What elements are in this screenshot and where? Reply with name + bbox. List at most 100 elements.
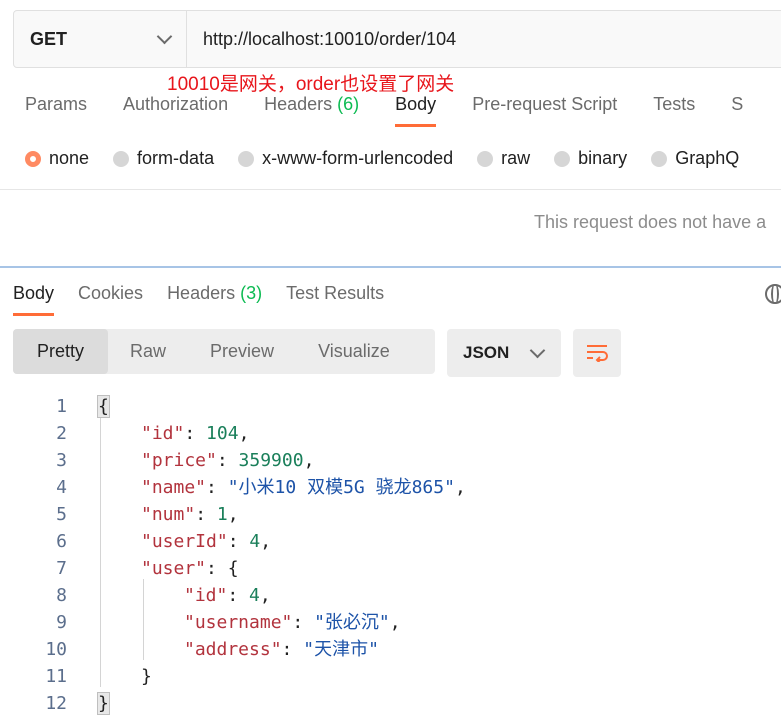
tab-pre-request-script[interactable]: Pre-request Script [472, 94, 617, 127]
code-token: : [281, 639, 304, 660]
line-number: 9 [56, 612, 67, 633]
code-token: 359900 [238, 450, 304, 471]
line-number: 4 [56, 477, 67, 498]
code-line: 8 "id": 4, [0, 582, 781, 609]
radio-form-data[interactable]: form-data [113, 148, 214, 169]
radio-unchecked-icon [554, 150, 571, 167]
code-line: 3 "price": 359900, [0, 447, 781, 474]
code-token: : [227, 585, 250, 606]
radio-label: form-data [137, 148, 215, 168]
code-token: , [238, 423, 250, 444]
tab-tests[interactable]: Tests [653, 94, 695, 127]
tab-cookies[interactable]: Cookies [78, 283, 143, 316]
view-preview-button[interactable]: Preview [188, 329, 296, 374]
code-line: 2 "id": 104, [0, 420, 781, 447]
radio-binary[interactable]: binary [554, 148, 627, 169]
body-type-options: none form-data x-www-form-urlencoded raw… [25, 148, 763, 169]
radio-label: x-www-form-urlencoded [262, 148, 454, 168]
code-text: "id": 104, [141, 420, 249, 447]
code-token: : [216, 450, 239, 471]
code-text: "id": 4, [184, 582, 271, 609]
code-text: "address": "天津市" [184, 636, 379, 663]
code-token: 104 [206, 423, 239, 444]
line-number: 12 [45, 693, 67, 714]
radio-graphql[interactable]: GraphQ [651, 148, 739, 169]
code-line: 6 "userId": 4, [0, 528, 781, 555]
code-token: 4 [249, 585, 260, 606]
tab-headers[interactable]: Headers (6) [264, 94, 359, 127]
method-select[interactable]: GET [14, 11, 187, 67]
code-token: "id" [184, 585, 228, 606]
tab-label: Pre-request Script [472, 94, 618, 114]
code-token: } [97, 692, 110, 715]
code-token: "price" [141, 450, 217, 471]
code-token: , [454, 477, 466, 498]
code-line: 5 "num": 1, [0, 501, 781, 528]
line-number: 11 [45, 666, 67, 687]
code-token: : { [206, 558, 239, 579]
code-token: "name" [141, 477, 207, 498]
tab-label: Test Results [286, 283, 385, 303]
code-token: : [184, 423, 207, 444]
code-token: : [206, 477, 228, 498]
code-token: "username" [184, 612, 293, 633]
code-token: "id" [141, 423, 185, 444]
request-tabs: Params Authorization Headers (6) Body Pr… [25, 94, 779, 127]
globe-icon[interactable] [765, 284, 781, 304]
code-token: , [260, 531, 272, 552]
radio-raw[interactable]: raw [477, 148, 530, 169]
code-token: "userId" [141, 531, 228, 552]
code-text: "name": "小米10 双模5G 骁龙865", [141, 474, 466, 501]
chevron-down-icon [156, 28, 173, 44]
pane-splitter[interactable] [0, 266, 781, 268]
format-label: JSON [463, 343, 510, 362]
url-input[interactable]: http://localhost:10010/order/104 [187, 29, 456, 50]
tab-response-headers[interactable]: Headers (3) [167, 283, 262, 316]
tab-settings[interactable]: S [731, 94, 743, 127]
radio-label: binary [578, 148, 628, 168]
radio-none[interactable]: none [25, 148, 89, 169]
code-text: "userId": 4, [141, 528, 271, 555]
line-number: 2 [56, 423, 67, 444]
no-body-message: This request does not have a [534, 212, 767, 232]
code-token: : [195, 504, 217, 525]
response-tabs: Body Cookies Headers (3) Test Results [13, 283, 408, 316]
tab-authorization[interactable]: Authorization [123, 94, 228, 127]
code-token: 1 [216, 504, 228, 525]
tab-label: Headers [264, 94, 333, 114]
wrap-lines-button[interactable] [573, 329, 621, 377]
code-token: : [292, 612, 315, 633]
code-text: "num": 1, [141, 501, 239, 528]
tab-response-body[interactable]: Body [13, 283, 55, 316]
code-text: } [141, 663, 152, 690]
tab-params[interactable]: Params [25, 94, 87, 127]
annotation-text: 10010是网关，order也设置了网关 [167, 74, 455, 95]
tab-label: Body [13, 283, 55, 303]
line-number: 5 [56, 504, 67, 525]
line-number: 8 [56, 585, 67, 606]
tab-test-results[interactable]: Test Results [286, 283, 384, 316]
headers-count: (3) [240, 283, 263, 303]
tab-body[interactable]: Body [395, 94, 437, 127]
view-pretty-button[interactable]: Pretty [13, 329, 109, 374]
code-line: 9 "username": "张必沉", [0, 609, 781, 636]
code-text: "username": "张必沉", [184, 609, 401, 636]
code-line: 10 "address": "天津市" [0, 636, 781, 663]
radio-label: none [49, 148, 90, 168]
view-visualize-button[interactable]: Visualize [296, 329, 412, 374]
code-token: : [227, 531, 250, 552]
code-line: 11} [0, 663, 781, 690]
view-raw-button[interactable]: Raw [108, 329, 188, 374]
tab-label: Body [395, 94, 437, 114]
code-text: { [97, 393, 110, 420]
tab-label: Headers [167, 283, 236, 303]
code-line: 1{ [0, 393, 781, 420]
tab-label: Cookies [78, 283, 144, 303]
radio-urlencoded[interactable]: x-www-form-urlencoded [238, 148, 453, 169]
format-select[interactable]: JSON [447, 329, 561, 377]
tab-label: Tests [653, 94, 696, 114]
code-token: "address" [184, 639, 282, 660]
code-line: 4 "name": "小米10 双模5G 骁龙865", [0, 474, 781, 501]
code-token: , [259, 585, 271, 606]
radio-unchecked-icon [651, 150, 668, 167]
